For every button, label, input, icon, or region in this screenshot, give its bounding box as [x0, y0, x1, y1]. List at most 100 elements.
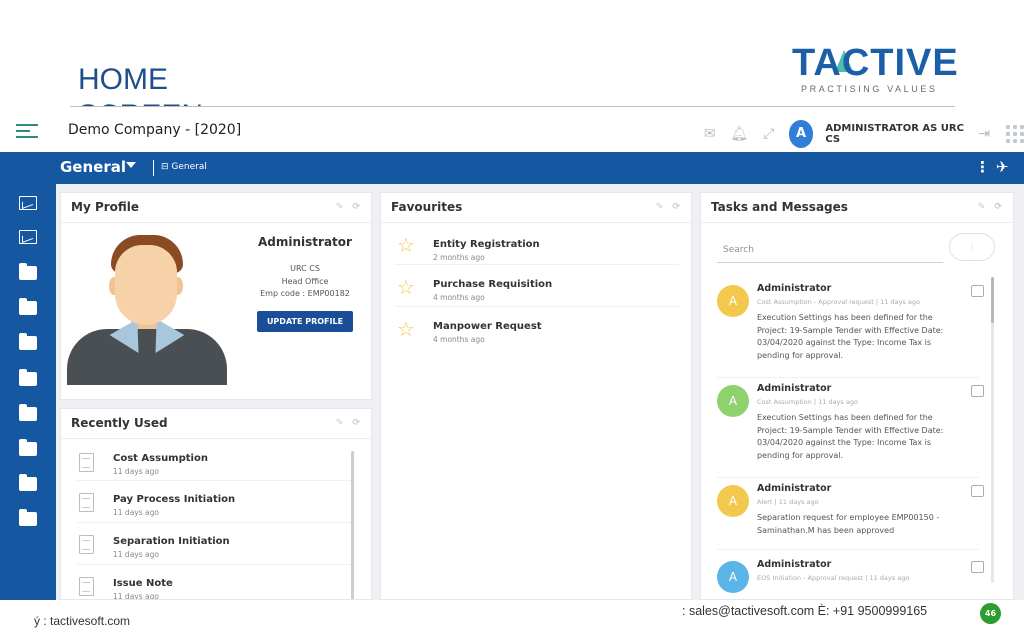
favourite-item-time: 2 months ago: [433, 253, 485, 262]
recent-item-time: 11 days ago: [113, 467, 159, 476]
favourite-item-time: 4 months ago: [433, 335, 485, 344]
logo-text: TACTIVE: [792, 42, 959, 84]
card-title: Favourites ✎ ⟳: [381, 193, 691, 223]
update-profile-button[interactable]: UPDATE PROFILE: [256, 310, 354, 332]
logout-icon[interactable]: ⇥: [974, 123, 994, 145]
recent-item[interactable]: Cost Assumption 11 days ago: [77, 439, 353, 481]
recent-item-title: Cost Assumption: [113, 453, 208, 464]
logo-tagline: PRACTISING VALUES: [801, 84, 938, 94]
message-item[interactable]: A Administrator Cost Assumption | 11 day…: [709, 383, 989, 481]
message-sender: Administrator: [757, 483, 832, 494]
profile-name: Administrator: [258, 235, 352, 249]
recent-item-title: Separation Initiation: [113, 536, 230, 547]
profile-company: URC CS: [290, 264, 320, 273]
folder-icon[interactable]: [19, 333, 37, 350]
folder-icon[interactable]: [19, 404, 37, 421]
message-item[interactable]: A Administrator EOS Initiation - Approva…: [709, 559, 989, 599]
module-selector[interactable]: General: [60, 158, 126, 176]
breadcrumb[interactable]: ⊟ General: [161, 162, 207, 172]
folder-icon[interactable]: [19, 509, 37, 526]
message-avatar: A: [717, 485, 749, 517]
message-meta: EOS Initiation - Approval request | 11 d…: [757, 574, 910, 582]
recent-item-time: 11 days ago: [113, 508, 159, 517]
user-role-label[interactable]: ADMINISTRATOR AS URC CS: [825, 123, 964, 145]
message-meta: Cost Assumption | 11 days ago: [757, 398, 858, 406]
chart-icon[interactable]: [19, 196, 37, 210]
message-text: Separation request for employee EMP00150…: [757, 513, 940, 535]
message-text: Execution Settings has been defined for …: [757, 313, 944, 360]
document-icon: [79, 577, 94, 596]
slide-title-line2: SCREEN: [78, 98, 203, 106]
recently-used-card: Recently Used ✎ ⟳ Cost Assumption 11 day…: [60, 408, 372, 600]
tasks-messages-card: Tasks and Messages ✎ ⟳ Search ⋮ A Admini…: [700, 192, 1014, 600]
folder-icon[interactable]: [19, 263, 37, 280]
module-nav-bar: General ⊟ General ⋮ ✈: [0, 152, 1024, 184]
tactive-logo: TACTIVE PRACTISING VALUES: [792, 42, 959, 96]
edit-refresh-icons[interactable]: ✎ ⟳: [336, 202, 363, 212]
star-icon[interactable]: ☆: [397, 235, 415, 255]
message-avatar: A: [717, 385, 749, 417]
favourite-item-title: Purchase Requisition: [433, 279, 553, 290]
top-actions: ✉ 🔔︎ ⤢ A ADMINISTRATOR AS URC CS ⇥: [700, 120, 1024, 148]
recent-item[interactable]: Separation Initiation 11 days ago: [77, 523, 353, 565]
favourites-card: Favourites ✎ ⟳ ☆ Entity Registration 2 m…: [380, 192, 692, 600]
edit-refresh-icons[interactable]: ✎ ⟳: [978, 202, 1005, 212]
edit-refresh-icons[interactable]: ✎ ⟳: [656, 202, 683, 212]
app-top-bar: Demo Company - [2020] ✉ 🔔︎ ⤢ A ADMINISTR…: [0, 112, 1024, 152]
profile-emp-code: Emp code : EMP00182: [260, 289, 350, 298]
company-name: Demo Company - [2020]: [68, 122, 242, 138]
message-item[interactable]: A Administrator Cost Assumption - Approv…: [709, 283, 989, 381]
recent-scrollbar[interactable]: [351, 451, 354, 599]
more-options-icon[interactable]: ⋮: [975, 158, 990, 176]
folder-icon[interactable]: [19, 439, 37, 456]
chart-icon[interactable]: [19, 230, 37, 244]
message-item[interactable]: A Administrator Alert | 11 days ago Sepa…: [709, 483, 989, 553]
comment-icon[interactable]: [971, 561, 984, 573]
dashboard-content: My Profile ✎ ⟳ Administrator URC CS Head…: [56, 184, 1024, 600]
recent-item[interactable]: Issue Note 11 days ago: [77, 565, 353, 600]
edit-refresh-icons[interactable]: ✎ ⟳: [336, 418, 363, 428]
footer-website: ý : tactivesoft.com: [34, 614, 131, 628]
footer-contact: : sales@tactivesoft.com È: +91 950099916…: [682, 604, 928, 618]
star-icon[interactable]: ☆: [397, 277, 415, 297]
message-sender: Administrator: [757, 559, 832, 570]
pin-icon[interactable]: ✈: [996, 158, 1009, 176]
recent-item[interactable]: Pay Process Initiation 11 days ago: [77, 481, 353, 523]
bell-icon[interactable]: 🔔︎: [730, 123, 750, 145]
document-icon: [79, 453, 94, 472]
document-icon: [79, 493, 94, 512]
apps-grid-icon[interactable]: [1006, 125, 1024, 143]
favourite-item[interactable]: ☆ Manpower Request 4 months ago: [395, 307, 679, 349]
favourite-item-title: Entity Registration: [433, 239, 540, 250]
message-sender: Administrator: [757, 283, 832, 294]
folder-icon[interactable]: [19, 369, 37, 386]
card-title: Tasks and Messages ✎ ⟳: [701, 193, 1013, 223]
sidebar: [0, 184, 56, 600]
search-input[interactable]: Search: [717, 239, 943, 263]
expand-icon[interactable]: ⤢: [759, 123, 779, 145]
chevron-down-icon[interactable]: [126, 162, 136, 168]
tasks-scrollbar-thumb[interactable]: [991, 277, 994, 323]
favourite-item[interactable]: ☆ Purchase Requisition 4 months ago: [395, 265, 679, 307]
user-avatar[interactable]: A: [788, 120, 814, 148]
comment-icon[interactable]: [971, 485, 984, 497]
favourite-item[interactable]: ☆ Entity Registration 2 months ago: [395, 223, 679, 265]
message-meta: Cost Assumption - Approval request | 11 …: [757, 298, 921, 306]
my-profile-title: My Profile: [71, 200, 140, 214]
hamburger-menu-icon[interactable]: [16, 124, 38, 140]
mail-icon[interactable]: ✉: [700, 123, 720, 145]
card-title: My Profile ✎ ⟳: [61, 193, 371, 223]
message-avatar: A: [717, 285, 749, 317]
folder-icon[interactable]: [19, 298, 37, 315]
message-avatar: A: [717, 561, 749, 593]
star-icon[interactable]: ☆: [397, 319, 415, 339]
message-text: Execution Settings has been defined for …: [757, 413, 944, 460]
comment-icon[interactable]: [971, 285, 984, 297]
search-icon[interactable]: ⋮: [949, 233, 995, 261]
document-icon[interactable]: [971, 385, 984, 397]
message-meta: Alert | 11 days ago: [757, 498, 819, 506]
recent-item-time: 11 days ago: [113, 592, 159, 600]
slide-title: HOME SCREEN: [78, 62, 203, 106]
my-profile-card: My Profile ✎ ⟳ Administrator URC CS Head…: [60, 192, 372, 400]
folder-icon[interactable]: [19, 474, 37, 491]
